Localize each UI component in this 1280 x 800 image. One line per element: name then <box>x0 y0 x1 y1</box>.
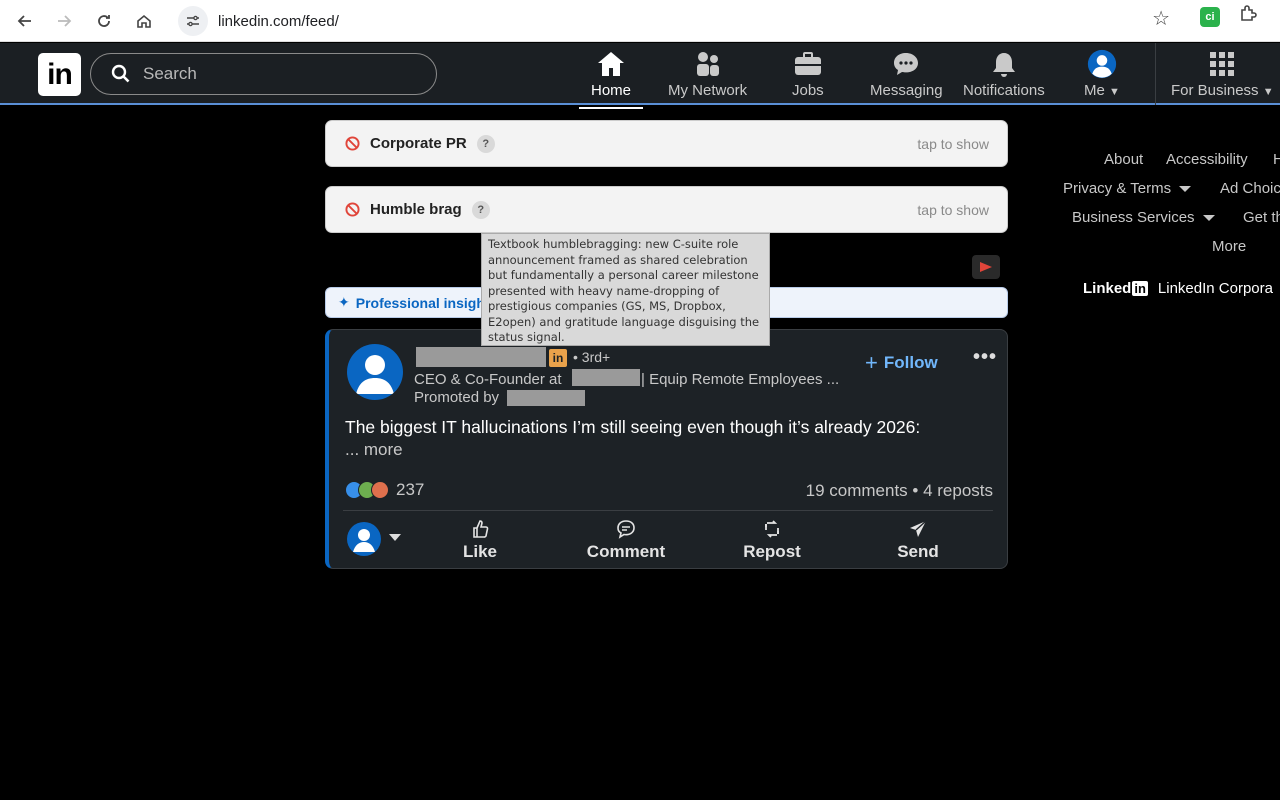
site-settings-icon[interactable] <box>178 6 208 36</box>
copyright-text: LinkedIn Corpora <box>1157 280 1273 297</box>
caret-down-icon <box>1179 186 1192 193</box>
filter-card-humble-brag[interactable]: Humble brag ? tap to show <box>325 186 1008 233</box>
nav-label: Notifications <box>963 82 1045 99</box>
redacted-author-name <box>416 347 546 367</box>
sparkle-icon: ✦ <box>338 294 350 310</box>
browser-toolbar: linkedin.com/feed/ ☆ ci <box>0 0 1280 42</box>
linkedin-badge-icon: in <box>549 349 567 367</box>
redacted-sponsor <box>507 390 585 406</box>
flag-icon[interactable] <box>972 255 1000 279</box>
filter-label: Corporate PR <box>370 135 467 152</box>
promoted-label: Promoted by <box>414 389 500 406</box>
nav-me[interactable]: Me ▼ <box>1084 49 1120 103</box>
author-headline-suffix: | Equip Remote Employees ... <box>641 371 840 388</box>
repost-button[interactable]: Repost <box>722 516 822 564</box>
footer-link-privacy-terms[interactable]: Privacy & Terms <box>1063 180 1192 197</box>
tap-to-show[interactable]: tap to show <box>917 136 989 152</box>
ban-icon <box>345 202 360 217</box>
filter-card-corporate-pr[interactable]: Corporate PR ? tap to show <box>325 120 1008 167</box>
extensions-puzzle-icon[interactable] <box>1238 4 1258 30</box>
search-input[interactable] <box>143 64 423 84</box>
redacted-company <box>572 369 640 386</box>
caret-down-icon <box>1202 215 1215 222</box>
plus-icon: + <box>865 350 878 375</box>
nav-messaging[interactable]: Messaging <box>870 49 943 103</box>
nav-label: Me ▼ <box>1084 82 1120 99</box>
footer-link-help[interactable]: H <box>1273 151 1280 168</box>
url-text: linkedin.com/feed/ <box>218 12 339 30</box>
home-icon[interactable] <box>129 6 159 36</box>
nav-my-network[interactable]: My Network <box>668 49 747 103</box>
footer-link-ad-choices[interactable]: Ad Choic <box>1220 180 1280 197</box>
chevron-down-icon[interactable] <box>389 534 401 541</box>
help-icon[interactable]: ? <box>476 134 495 153</box>
caret-down-icon: ▼ <box>1262 86 1274 98</box>
nav-home[interactable]: Home <box>578 49 644 109</box>
filter-label: Humble brag <box>370 201 462 218</box>
footer-link-about[interactable]: About <box>1104 151 1143 168</box>
back-icon[interactable] <box>10 6 40 36</box>
post-divider <box>343 510 993 511</box>
message-icon <box>891 49 921 79</box>
ban-icon <box>345 136 360 151</box>
caret-down-icon: ▼ <box>1109 86 1120 98</box>
comments-reposts-count[interactable]: 19 comments • 4 reposts <box>806 481 993 501</box>
briefcase-icon <box>793 49 823 79</box>
follow-button[interactable]: + Follow <box>865 350 938 376</box>
reactions-summary[interactable]: 237 <box>345 480 424 500</box>
nav-jobs[interactable]: Jobs <box>792 49 824 103</box>
footer-link-accessibility[interactable]: Accessibility <box>1166 151 1248 168</box>
nav-label: Home <box>591 82 632 99</box>
extension-icon[interactable]: ci <box>1200 7 1220 27</box>
nav-notifications[interactable]: Notifications <box>963 49 1045 103</box>
actor-avatar[interactable] <box>347 522 381 556</box>
nav-label: Messaging <box>870 82 943 99</box>
forward-icon[interactable] <box>49 6 79 36</box>
author-avatar[interactable] <box>347 344 403 400</box>
profile-avatar <box>1087 49 1117 79</box>
linkedin-logo[interactable]: in <box>38 53 81 96</box>
nav-label: Jobs <box>792 82 824 99</box>
comment-button[interactable]: Comment <box>576 516 676 564</box>
linkedin-in-icon: in <box>1132 281 1148 296</box>
insight-label: Professional insigh <box>355 294 485 311</box>
tap-to-show[interactable]: tap to show <box>917 202 989 218</box>
nav-label: My Network <box>668 82 748 99</box>
nav-label: For Business ▼ <box>1171 82 1274 99</box>
repost-icon <box>765 519 779 538</box>
comment-icon <box>617 519 635 539</box>
help-icon[interactable]: ? <box>471 200 490 219</box>
feed-post: in • 3rd+ CEO & Co-Founder at | Equip Re… <box>325 329 1008 569</box>
header-divider <box>1155 43 1156 105</box>
post-text: The biggest IT hallucinations I’m still … <box>345 417 921 437</box>
bookmark-star-icon[interactable]: ☆ <box>1152 6 1170 31</box>
footer-link-more[interactable]: More <box>1212 238 1246 255</box>
author-headline: CEO & Co-Founder at <box>414 371 562 388</box>
humble-brag-tooltip: Textbook humblebragging: new C-suite rol… <box>481 233 770 346</box>
send-button[interactable]: Send <box>868 516 968 564</box>
grid-icon <box>1207 49 1237 79</box>
reload-icon[interactable] <box>89 6 119 36</box>
network-icon <box>693 49 723 79</box>
post-actions: Like Comment Repost Send <box>343 514 998 564</box>
connection-degree: • 3rd+ <box>573 349 611 365</box>
more-options-icon[interactable]: ••• <box>973 346 997 369</box>
home-nav-icon <box>596 49 626 79</box>
address-bar[interactable]: linkedin.com/feed/ <box>172 3 1182 39</box>
love-reaction-icon <box>371 481 389 499</box>
thumbs-up-icon <box>473 519 489 538</box>
see-more-link[interactable]: ... more <box>345 440 403 460</box>
footer-link-get-app[interactable]: Get th <box>1243 209 1280 226</box>
search-icon <box>111 64 130 83</box>
bell-icon <box>989 49 1019 79</box>
send-icon <box>910 519 927 537</box>
footer-link-business-services[interactable]: Business Services <box>1072 209 1215 226</box>
nav-for-business[interactable]: For Business ▼ <box>1171 49 1274 103</box>
reaction-count: 237 <box>396 480 425 499</box>
footer-brand: Linked in LinkedIn Corpora <box>1083 280 1273 297</box>
linkedin-header: in Home My Network Jobs Messaging Notifi… <box>0 43 1280 109</box>
search-box[interactable] <box>90 53 437 95</box>
like-button[interactable]: Like <box>430 516 530 564</box>
